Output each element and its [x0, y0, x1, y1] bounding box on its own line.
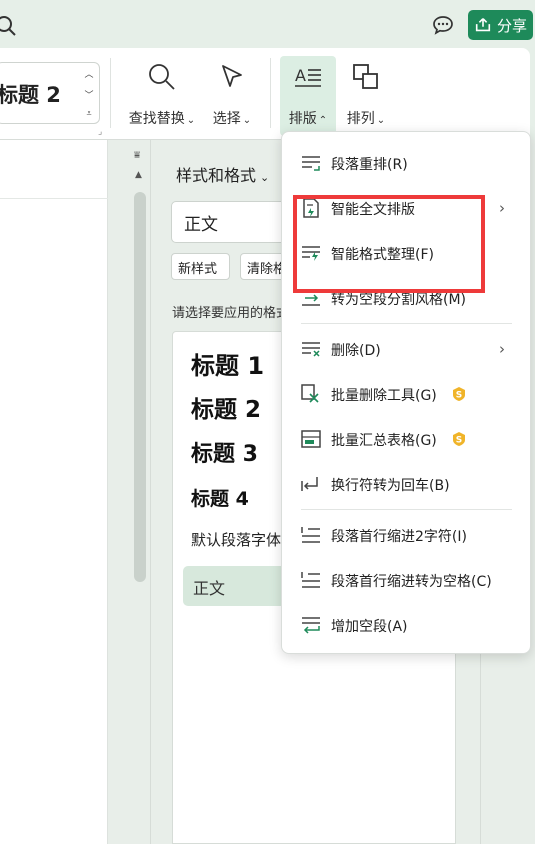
svg-text:S: S — [456, 391, 462, 401]
indent-icon — [301, 527, 320, 543]
menu-item-label: 批量删除工具(G) — [331, 388, 437, 404]
add-paragraph-icon — [302, 617, 320, 634]
menu-item-label: 删除(D) — [331, 343, 381, 359]
menu-item-delete[interactable]: 删除(D) › — [282, 329, 530, 369]
menu-item-add-empty-para[interactable]: 增加空段(A) — [282, 605, 530, 645]
chevron-right-icon: › — [499, 340, 505, 358]
select-button[interactable]: 选择 ⌄ — [208, 56, 256, 136]
menu-separator — [301, 323, 512, 324]
share-label: 分享 — [496, 16, 527, 35]
chevron-up-icon[interactable]: ︿ — [84, 67, 93, 80]
menu-item-label: 段落首行缩进转为空格(C) — [331, 574, 492, 590]
vertical-scrollbar[interactable] — [134, 192, 146, 582]
share-icon — [475, 18, 491, 32]
styles-pane-title-text: 样式和格式 — [176, 166, 257, 185]
menu-item-batch-summary-table[interactable]: 批量汇总表格(G) S — [282, 419, 530, 459]
svg-text:S: S — [456, 436, 462, 446]
style-gallery-scroll: ︿ ﹀ ⩡ — [83, 67, 95, 119]
dialog-launcher-icon[interactable]: ⌟ — [98, 127, 102, 137]
batch-delete-icon — [301, 384, 319, 403]
menu-item-label: 段落重排(R) — [331, 157, 408, 173]
menu-item-label: 批量汇总表格(G) — [331, 433, 437, 449]
style-heading-1[interactable]: 标题 1 — [191, 346, 264, 381]
find-replace-button[interactable]: 查找替换 ⌄ — [124, 56, 200, 136]
ribbon-toolbar: 标题 2 ︿ ﹀ ⩡ ⌟ 查找替换 ⌄ 选择 ⌄ A 排版 ⌃ 排列 ⌄ — [0, 48, 530, 140]
document-page[interactable] — [0, 140, 108, 844]
arrange-button[interactable]: 排列 ⌄ — [342, 56, 390, 136]
ribbon-divider — [270, 58, 271, 128]
summary-table-icon — [301, 430, 321, 448]
style-default-para-font[interactable]: 默认段落字体 — [191, 529, 281, 550]
style-heading-2[interactable]: 标题 2 — [191, 390, 261, 424]
magnifier-icon — [149, 64, 175, 90]
expand-icon[interactable]: ⩡ — [86, 109, 91, 119]
menu-item-label: 增加空段(A) — [331, 619, 408, 635]
svg-text:A: A — [295, 66, 306, 85]
style-gallery[interactable]: 标题 2 ︿ ﹀ ⩡ — [0, 62, 100, 124]
arrange-icon — [353, 64, 378, 89]
menu-item-linebreak-to-enter[interactable]: 换行符转为回车(B) — [282, 464, 530, 504]
layout-button[interactable]: A 排版 ⌃ — [280, 56, 336, 136]
find-replace-label: 查找替换 — [128, 111, 185, 127]
new-style-button[interactable]: 新样式 — [171, 253, 230, 280]
menu-item-label: 换行符转为回车(B) — [331, 478, 450, 494]
search-icon[interactable] — [0, 14, 18, 38]
menu-separator — [301, 509, 512, 510]
share-button[interactable]: 分享 — [468, 10, 533, 40]
text-layout-icon: A — [295, 66, 321, 87]
indent-space-icon — [301, 572, 320, 588]
delete-lines-icon — [302, 342, 320, 357]
top-bar: 分享 — [0, 0, 535, 48]
chevron-down-icon[interactable]: ﹀ — [84, 88, 93, 101]
styles-pane-title[interactable]: 样式和格式 ⌄ — [176, 162, 269, 186]
chevron-right-icon: › — [499, 199, 505, 217]
page-divider — [0, 198, 108, 199]
menu-item-indent-to-space[interactable]: 段落首行缩进转为空格(C) — [282, 560, 530, 600]
arrange-label: 排列 — [346, 111, 375, 127]
menu-item-label: 段落首行缩进2字符(I) — [331, 529, 467, 545]
comment-icon[interactable] — [431, 13, 455, 37]
menu-item-paragraph-rearrange[interactable]: 段落重排(R) — [282, 143, 530, 183]
select-label: 选择 — [212, 111, 241, 127]
menu-item-first-line-indent[interactable]: 段落首行缩进2字符(I) — [282, 515, 530, 555]
style-gallery-current: 标题 2 — [0, 83, 61, 107]
split-view-icon[interactable]: ⩸ — [134, 150, 140, 161]
style-heading-3[interactable]: 标题 3 — [191, 436, 258, 468]
premium-badge-icon: S — [453, 432, 465, 446]
layout-label: 排版 — [288, 111, 317, 127]
premium-badge-icon: S — [453, 387, 465, 401]
cursor-icon — [222, 65, 242, 87]
highlight-box — [293, 195, 485, 293]
ribbon-divider — [110, 58, 111, 128]
style-heading-4[interactable]: 标题 4 — [191, 484, 249, 511]
scroll-up-icon[interactable]: ▲ — [135, 170, 142, 180]
line-break-icon — [301, 477, 318, 491]
paragraph-rearrange-icon — [302, 156, 320, 171]
menu-item-batch-delete-tool[interactable]: 批量删除工具(G) S — [282, 374, 530, 414]
